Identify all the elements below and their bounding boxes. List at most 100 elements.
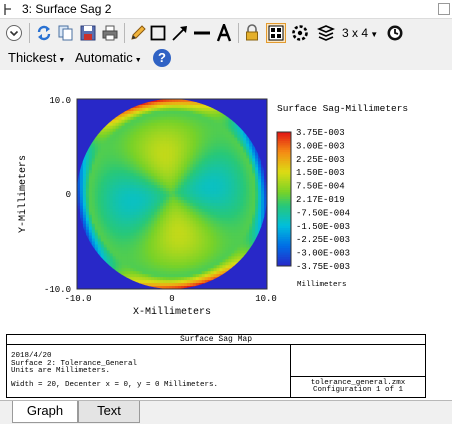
copy-icon[interactable] [56,23,76,43]
heatmap-cell [154,196,158,201]
heatmap-cell [97,137,102,141]
heatmap-cell [118,256,122,260]
settings-dropdown-icon[interactable] [4,23,24,43]
gear-icon[interactable] [290,23,310,43]
scale-dropdown[interactable]: Automatic ▼ [75,50,142,65]
heatmap-cell [91,229,96,233]
heatmap-cell [177,262,182,266]
heatmap-cell [240,214,244,219]
heatmap-cell [195,232,200,236]
heatmap-cell [246,223,250,228]
text-icon[interactable] [214,23,234,43]
heatmap-cell [210,235,214,239]
heatmap-cell [192,271,197,275]
layout-dropdown[interactable]: 3 x 4 ▼ [342,26,378,40]
heatmap-cell [192,262,197,266]
heatmap-cell [177,226,182,231]
heatmap-cell [246,194,250,198]
heatmap-cell [222,208,226,213]
heatmap-cell [172,208,176,213]
window-grip-icon[interactable] [3,3,13,16]
tab-graph[interactable]: Graph [12,401,78,423]
heatmap-cell [127,167,131,171]
clock-icon[interactable] [385,23,405,43]
heatmap-cell [160,122,164,127]
heatmap-cell [133,134,137,138]
heatmap-cell [88,194,93,198]
help-icon[interactable]: ? [153,49,171,67]
heatmap-cell [228,155,232,159]
heatmap-cell [231,205,235,210]
lock-icon[interactable] [242,23,262,43]
heatmap-cell [130,149,134,153]
heatmap-cell [219,134,223,138]
heatmap-cell [240,208,244,213]
heatmap-cell [252,205,256,210]
heatmap-cell [195,265,200,269]
layers-icon[interactable] [316,23,336,43]
heatmap-cell [166,167,170,171]
heatmap-cell [186,259,191,263]
heatmap-cell [154,194,158,198]
refresh-icon[interactable] [34,23,54,43]
heatmap-cell [189,244,194,248]
heatmap-cell [154,241,158,245]
heatmap-cell [249,238,253,242]
heatmap-cell [204,158,209,162]
heatmap-cell [124,271,128,275]
heatmap-cell [180,194,185,198]
line-icon[interactable] [192,23,212,43]
window-close-box[interactable] [438,3,450,15]
heatmap-cell [133,247,137,251]
heatmap-cell [148,211,152,216]
heatmap-cell [100,191,105,195]
heatmap-cell [121,271,125,275]
heatmap-cell [231,188,235,192]
heatmap-cell [100,179,105,183]
heatmap-cell [222,149,226,153]
heatmap-cell [151,208,155,213]
heatmap-cell [258,170,262,174]
heatmap-cell [186,158,191,162]
heatmap-cell [148,137,152,141]
heatmap-cell [112,140,116,144]
heatmap-cell [88,229,93,233]
heatmap-cell [192,235,197,239]
heatmap-cell [163,250,167,254]
heatmap-cell [133,232,137,236]
heatmap-cell [130,161,134,165]
heatmap-cell [154,122,158,127]
heatmap-cell [100,235,105,239]
heatmap-cell [180,199,185,204]
print-icon[interactable] [100,23,120,43]
heatmap-cell [145,265,149,269]
heatmap-cell [189,182,194,186]
heatmap-cell [204,208,209,213]
heatmap-cell [148,199,152,204]
heatmap-cell [249,188,253,192]
pencil-icon[interactable] [128,23,148,43]
heatmap-cell [124,226,128,231]
heatmap-cell [121,253,125,257]
heatmap-cell [157,280,161,284]
layout-icon[interactable] [266,23,286,43]
heatmap-cell [237,253,241,257]
tab-text[interactable]: Text [78,401,140,423]
heatmap-cell [127,149,131,153]
heatmap-cell [160,238,164,242]
heatmap-cell [94,143,99,147]
heatmap-cell [151,113,155,118]
heatmap-cell [183,205,188,210]
heatmap-cell [207,176,211,180]
arrow-icon[interactable] [170,23,190,43]
heatmap-cell [234,143,238,147]
heatmap-cell [231,128,235,133]
heatmap-cell [243,182,247,186]
heatmap-cell [219,247,223,251]
rectangle-icon[interactable] [148,23,168,43]
line-width-dropdown[interactable]: Thickest ▼ [8,50,65,65]
heatmap-cell [177,158,182,162]
heatmap-cell [145,226,149,231]
heatmap-cell [189,199,194,204]
save-icon[interactable] [78,23,98,43]
